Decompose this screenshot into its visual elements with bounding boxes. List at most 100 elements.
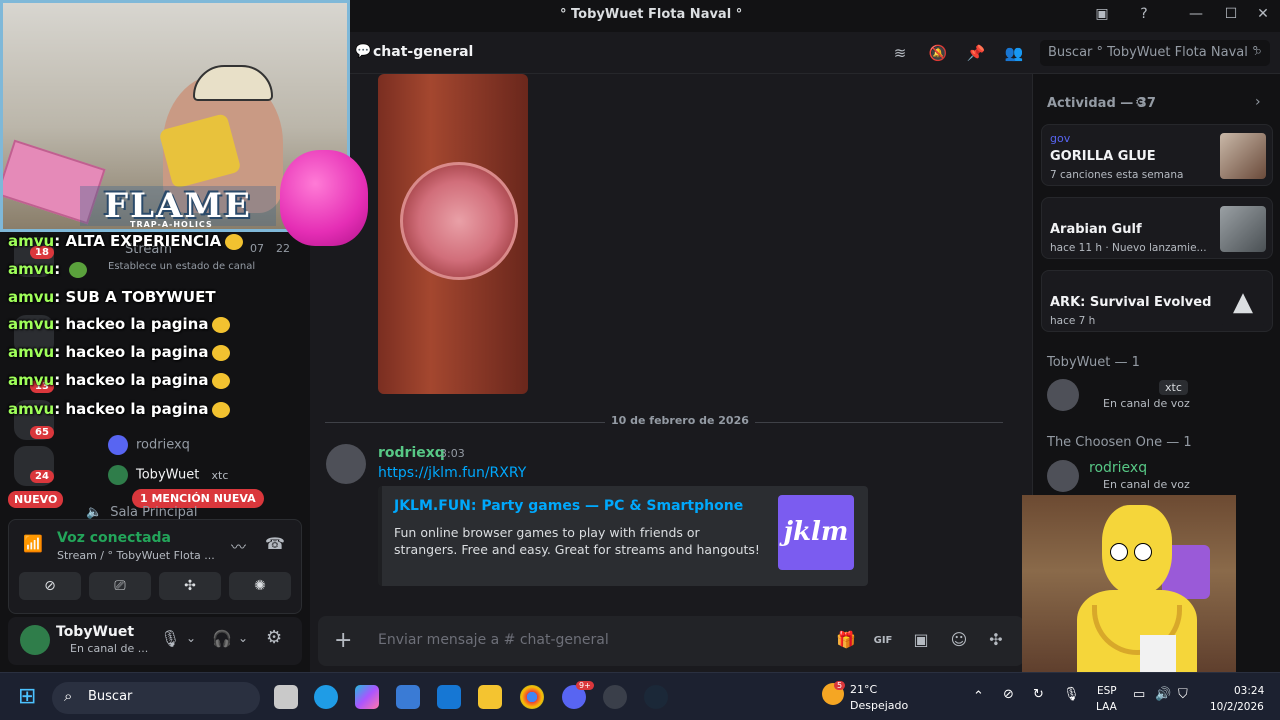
activity-user: gov xyxy=(1050,132,1071,145)
soundboard-button[interactable]: ✺ xyxy=(229,572,291,600)
emoji-icon xyxy=(69,261,88,278)
emoji-icon[interactable]: ☺ xyxy=(948,630,970,652)
voice-status[interactable]: Voz conectada xyxy=(57,530,171,546)
overlay-chat-line: amvu: xyxy=(8,260,88,278)
outlook-icon[interactable] xyxy=(437,685,461,709)
avatar[interactable] xyxy=(1047,379,1079,411)
voice-subtitle[interactable]: Stream / ° TobyWuet Flota ... xyxy=(57,549,215,562)
threads-icon[interactable]: ≋ xyxy=(890,44,910,64)
chevron-right-icon[interactable]: › xyxy=(1255,94,1261,110)
language-top[interactable]: ESP xyxy=(1097,685,1117,697)
clock-time[interactable]: 03:24 xyxy=(1234,685,1264,697)
message-link[interactable]: https://jklm.fun/RXRY xyxy=(378,465,526,481)
minimize-icon[interactable]: — xyxy=(1186,6,1206,26)
task-view-icon[interactable] xyxy=(274,685,298,709)
maximize-icon[interactable]: ☐ xyxy=(1221,6,1241,26)
network-off-icon[interactable]: ⊘ xyxy=(1003,687,1014,702)
soundboard-icon: ✺ xyxy=(254,578,266,594)
gift-icon[interactable]: 🎁 xyxy=(835,630,857,652)
security-icon[interactable]: ⛉ xyxy=(1178,687,1188,702)
voice-member-row[interactable]: rodriexq xyxy=(108,435,190,455)
language-bottom[interactable]: LAA xyxy=(1096,701,1117,713)
search-placeholder: Buscar ° TobyWuet Flota Naval ° xyxy=(1048,45,1259,60)
message-author[interactable]: rodriexq xyxy=(378,445,445,461)
display-icon[interactable]: ▭ xyxy=(1133,687,1145,702)
windows-start-icon[interactable]: ⊞ xyxy=(18,684,36,709)
chevron-down-icon[interactable]: ⌄ xyxy=(186,631,196,645)
close-icon[interactable]: ✕ xyxy=(1253,6,1273,26)
chevron-down-icon[interactable]: ⌄ xyxy=(238,631,248,645)
steam-icon[interactable] xyxy=(644,685,668,709)
sync-icon[interactable]: ↻ xyxy=(1033,687,1044,702)
search-icon: ⌕ xyxy=(1254,44,1262,59)
search-input[interactable]: Buscar ° TobyWuet Flota Naval ° ⌕ xyxy=(1040,40,1270,66)
help-icon[interactable]: ? xyxy=(1134,6,1154,26)
gear-icon[interactable]: ⚙ xyxy=(266,627,282,648)
status-hint[interactable]: Establece un estado de canal xyxy=(108,261,255,272)
image-attachment[interactable] xyxy=(378,74,528,394)
taskbar-search[interactable]: ⌕ Buscar xyxy=(52,682,260,714)
activity-card[interactable]: ARK: Survival Evolved hace 7 h ▲ xyxy=(1041,270,1273,332)
activities-button[interactable]: ✣ xyxy=(159,572,221,600)
flame-logo-subtitle: TRAP-A-HOLICS xyxy=(130,220,213,229)
store-icon[interactable] xyxy=(396,685,420,709)
activity-card[interactable]: gov GORILLA GLUE 7 canciones esta semana xyxy=(1041,124,1273,186)
noise-suppression-icon[interactable]: 〰 xyxy=(231,536,246,557)
microphone-icon[interactable]: 🎙 xyxy=(1063,687,1080,702)
ark-logo-icon: ▲ xyxy=(1220,279,1266,325)
speaker-icon: 🔈 xyxy=(86,505,103,520)
camera-button[interactable]: ⊘ xyxy=(19,572,81,600)
weather-temp[interactable]: 21°C xyxy=(850,683,877,696)
gear-icon[interactable]: ⚙ xyxy=(1135,95,1146,109)
avatar[interactable] xyxy=(1047,460,1079,492)
clock-date[interactable]: 10/2/2026 xyxy=(1210,701,1264,713)
embed-title[interactable]: JKLM.FUN: Party games — PC & Smartphone xyxy=(394,498,743,514)
chrome-icon[interactable] xyxy=(520,685,544,709)
voice-member-row[interactable]: TobyWuet xtc xyxy=(108,465,228,485)
avatar[interactable] xyxy=(20,625,50,655)
chevron-up-icon[interactable]: ⌃ xyxy=(973,689,984,704)
activity-title: ARK: Survival Evolved xyxy=(1050,295,1212,310)
overlay-chat-line: amvu: hackeo la pagina xyxy=(8,343,231,361)
apps-icon[interactable]: ✣ xyxy=(985,630,1007,652)
user-name[interactable]: TobyWuet xyxy=(56,624,134,640)
voice-channel[interactable]: 🔈 Sala Principal xyxy=(86,505,198,520)
notification-off-icon[interactable]: 🔕 xyxy=(928,44,948,64)
homer-overlay xyxy=(1022,495,1236,685)
add-attachment-icon[interactable]: + xyxy=(334,628,352,653)
voice-channel-name: Sala Principal xyxy=(110,505,198,520)
member-name[interactable]: rodriexq xyxy=(1089,460,1147,476)
screen-share-button[interactable]: ⎚ xyxy=(89,572,151,600)
server-badge: 65 xyxy=(30,426,54,439)
activities-icon: ✣ xyxy=(184,578,196,594)
date-divider: 10 de febrero de 2026 xyxy=(325,414,1003,427)
microphone-icon[interactable]: 🎙 xyxy=(160,629,180,648)
counter: 22 xyxy=(276,242,290,255)
new-badge[interactable]: NUEVO xyxy=(8,491,64,508)
avatar xyxy=(108,465,128,485)
message-composer[interactable]: + Enviar mensaje a # chat-general 🎁 GIF … xyxy=(318,616,1024,666)
inbox-icon[interactable]: ▣ xyxy=(1092,6,1112,26)
embed-description: Fun online browser games to play with fr… xyxy=(394,525,760,557)
avatar[interactable] xyxy=(326,444,366,484)
file-explorer-icon[interactable] xyxy=(478,685,502,709)
message-time: 3:03 xyxy=(440,447,465,460)
disconnect-icon[interactable]: ☎ xyxy=(265,534,285,553)
copilot-icon[interactable] xyxy=(355,685,379,709)
gif-icon[interactable]: GIF xyxy=(872,630,894,652)
activity-subtitle: 7 canciones esta semana xyxy=(1050,169,1184,181)
composer-placeholder: Enviar mensaje a # chat-general xyxy=(378,632,609,648)
weather-desc[interactable]: Despejado xyxy=(850,699,908,712)
volume-icon[interactable]: 🔊 xyxy=(1155,687,1171,702)
counter: 07 xyxy=(250,242,264,255)
edge-icon[interactable] xyxy=(314,685,338,709)
sticker-icon[interactable]: ▣ xyxy=(910,630,932,652)
activity-subtitle: hace 11 h · Nuevo lanzamie... xyxy=(1050,242,1207,254)
app-icon[interactable] xyxy=(603,685,627,709)
pin-icon[interactable]: 📌 xyxy=(966,44,986,64)
embed-thumbnail[interactable]: jklm xyxy=(778,495,854,570)
activity-title: GORILLA GLUE xyxy=(1050,149,1156,164)
activity-card[interactable]: Arabian Gulf hace 11 h · Nuevo lanzamie.… xyxy=(1041,197,1273,259)
member-list-icon[interactable]: 👥 xyxy=(1004,44,1024,64)
headphones-icon[interactable]: 🎧 xyxy=(212,629,232,648)
